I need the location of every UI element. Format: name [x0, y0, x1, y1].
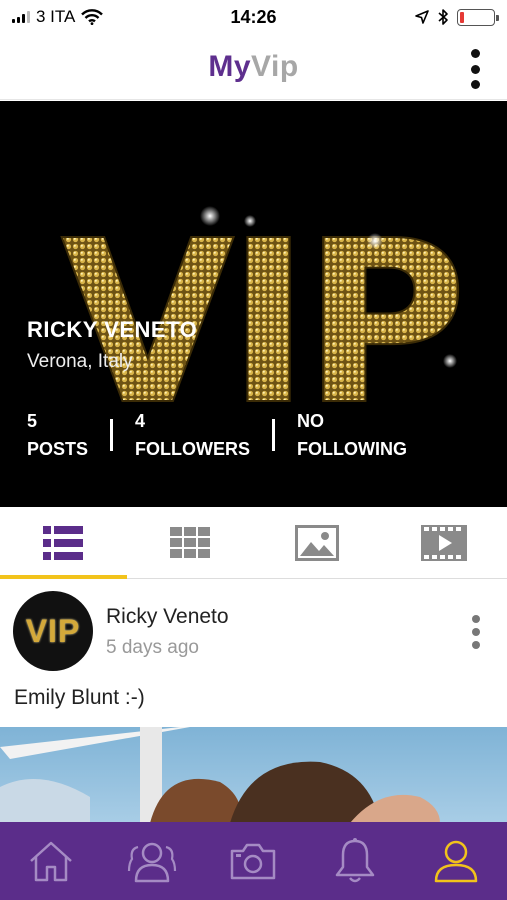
nav-friends[interactable]	[117, 826, 187, 896]
bell-icon	[335, 838, 375, 883]
stat-following-value: NO	[297, 411, 325, 431]
profile-name: RICKY VENETO	[27, 317, 198, 342]
nav-home[interactable]	[16, 826, 86, 896]
bottom-nav	[0, 822, 507, 900]
stat-divider	[110, 419, 114, 451]
stat-posts[interactable]: 5 POSTS	[27, 411, 88, 459]
photo-icon	[294, 524, 339, 561]
location-arrow-icon	[415, 10, 429, 24]
nav-profile[interactable]	[421, 826, 491, 896]
post-caption: Emily Blunt :-)	[14, 686, 145, 709]
app-title-part2: Vip	[251, 49, 299, 83]
friends-icon	[127, 842, 177, 883]
status-left: 3 ITA	[12, 7, 104, 27]
post-time: 5 days ago	[106, 637, 199, 658]
stat-following[interactable]: NO FOLLOWING	[297, 411, 407, 459]
profile-location: Verona, Italy	[27, 351, 133, 372]
stat-following-label: FOLLOWING	[297, 439, 407, 459]
bluetooth-icon	[438, 9, 448, 25]
stat-followers-value: 4	[135, 411, 146, 431]
vip-cover-logo: VIP	[60, 201, 469, 411]
profile-stats: 5 POSTS 4 FOLLOWERS NO FOLLOWING	[27, 411, 407, 459]
nav-notifications[interactable]	[320, 826, 390, 896]
tab-grid[interactable]	[127, 507, 254, 578]
tab-photos[interactable]	[254, 507, 381, 578]
camera-icon	[231, 843, 276, 880]
video-icon	[420, 524, 467, 561]
nav-camera[interactable]	[218, 826, 288, 896]
app-header: MyVip	[0, 34, 507, 100]
stat-followers[interactable]: 4 FOLLOWERS	[135, 411, 250, 459]
post-header: VIP Ricky Veneto 5 days ago	[0, 589, 507, 677]
list-icon	[43, 525, 84, 560]
profile-icon	[435, 840, 478, 883]
post-menu-icon[interactable]	[471, 615, 481, 649]
avatar-logo-text: VIP	[25, 612, 81, 649]
profile-tabs	[0, 507, 507, 579]
status-time: 14:26	[230, 6, 277, 27]
post-photo	[0, 727, 507, 823]
vertical-dots-icon[interactable]	[465, 49, 485, 89]
vip-cover-text: VIP	[61, 201, 460, 411]
signal-icon	[12, 11, 30, 23]
stat-divider	[272, 419, 276, 451]
profile-cover: VIP RICKY VENETO Verona, Italy 5 POSTS 4…	[0, 101, 507, 507]
app-title: MyVip	[208, 50, 298, 84]
status-bar: 3 ITA 14:26	[0, 0, 507, 34]
status-right	[415, 8, 499, 26]
grid-icon	[170, 526, 211, 558]
wifi-icon	[81, 9, 104, 25]
battery-icon	[457, 8, 499, 26]
app-title-part1: My	[208, 49, 252, 83]
home-icon	[29, 841, 72, 882]
post-author[interactable]: Ricky Veneto	[106, 605, 229, 629]
stat-posts-label: POSTS	[27, 439, 89, 459]
avatar[interactable]: VIP	[13, 591, 93, 671]
stat-posts-value: 5	[27, 411, 38, 431]
battery-level	[460, 11, 464, 23]
tab-list[interactable]	[0, 507, 127, 579]
carrier-label: 3 ITA	[36, 7, 76, 26]
tab-videos[interactable]	[380, 507, 507, 578]
stat-followers-label: FOLLOWERS	[135, 439, 251, 459]
post-image[interactable]	[0, 727, 507, 823]
